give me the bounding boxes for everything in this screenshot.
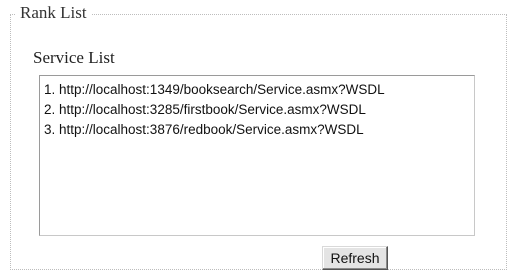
- service-list-item[interactable]: 1. http://localhost:1349/booksearch/Serv…: [44, 80, 474, 100]
- service-list-label: Service List: [33, 48, 115, 67]
- service-list-item[interactable]: 2. http://localhost:3285/firstbook/Servi…: [44, 100, 474, 120]
- rank-list-title: Rank List: [16, 3, 91, 23]
- refresh-button[interactable]: Refresh: [322, 246, 388, 270]
- service-list-item[interactable]: 3. http://localhost:3876/redbook/Service…: [44, 120, 474, 140]
- service-listbox[interactable]: 1. http://localhost:1349/booksearch/Serv…: [39, 75, 475, 236]
